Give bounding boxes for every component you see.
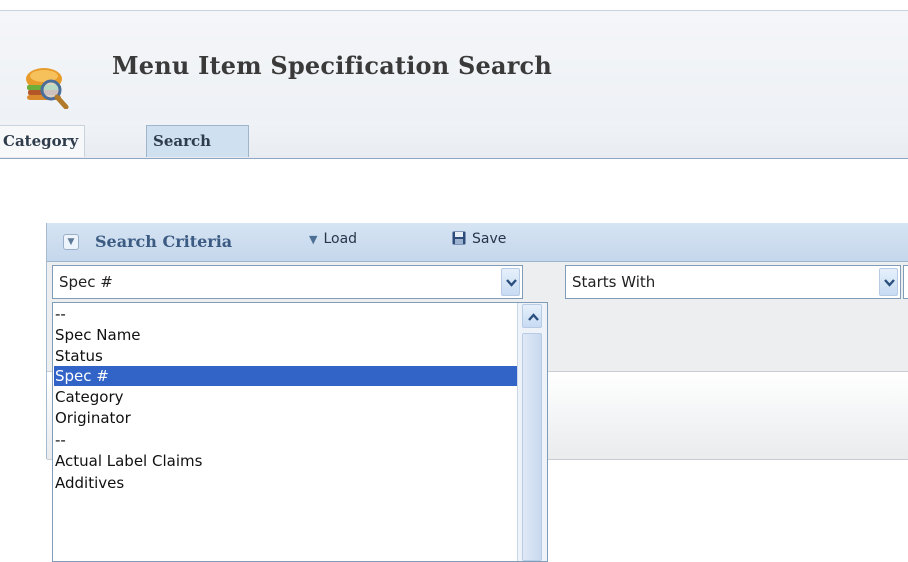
triangle-down-icon: ▼ — [309, 233, 318, 246]
page-header: Menu Item Specification Search — [0, 11, 908, 121]
page-title: Menu Item Specification Search — [112, 51, 553, 80]
dropdown-option[interactable]: Category — [54, 387, 517, 407]
chevron-down-icon[interactable] — [879, 268, 898, 296]
field-select-value: Spec # — [59, 273, 113, 291]
dropdown-option[interactable]: Actual Label Claims — [54, 451, 517, 471]
chevron-down-icon[interactable] — [501, 268, 520, 296]
field-dropdown-list[interactable]: -- Spec Name Status Spec # Category Orig… — [52, 302, 548, 562]
chevron-down-icon[interactable]: ▼ — [63, 234, 79, 250]
search-criteria-panel: ▼ Search Criteria ▼ Load Save Spec # Star… — [46, 223, 908, 562]
scrollbar-thumb[interactable] — [522, 333, 542, 561]
save-label: Save — [472, 231, 507, 247]
load-button[interactable]: ▼ Load — [309, 231, 357, 247]
chevron-up-icon[interactable] — [522, 304, 542, 328]
dropdown-scrollbar[interactable] — [517, 303, 547, 561]
dropdown-option[interactable]: Spec Name — [54, 325, 517, 345]
value-input[interactable] — [903, 265, 908, 299]
field-select[interactable]: Spec # — [52, 265, 523, 299]
operator-select-value: Starts With — [572, 273, 656, 291]
save-button[interactable]: Save — [452, 231, 506, 247]
dropdown-option[interactable]: Additives — [54, 473, 517, 493]
dropdown-option[interactable]: Status — [54, 346, 517, 366]
tab-bar: Category Search — [0, 121, 908, 159]
panel-title[interactable]: Search Criteria — [95, 232, 232, 251]
dropdown-option[interactable]: Originator — [54, 408, 517, 428]
food-search-icon — [26, 68, 69, 109]
dropdown-option[interactable]: -- — [54, 304, 517, 324]
dropdown-option[interactable]: -- — [54, 430, 517, 450]
floppy-disk-icon — [452, 231, 466, 245]
load-label: Load — [323, 231, 358, 247]
tab-search[interactable]: Search — [146, 125, 249, 157]
tab-category[interactable]: Category — [0, 125, 86, 157]
dropdown-option-selected[interactable]: Spec # — [54, 366, 517, 386]
panel-header: ▼ Search Criteria ▼ Load Save — [47, 223, 908, 262]
operator-select[interactable]: Starts With — [565, 265, 901, 299]
